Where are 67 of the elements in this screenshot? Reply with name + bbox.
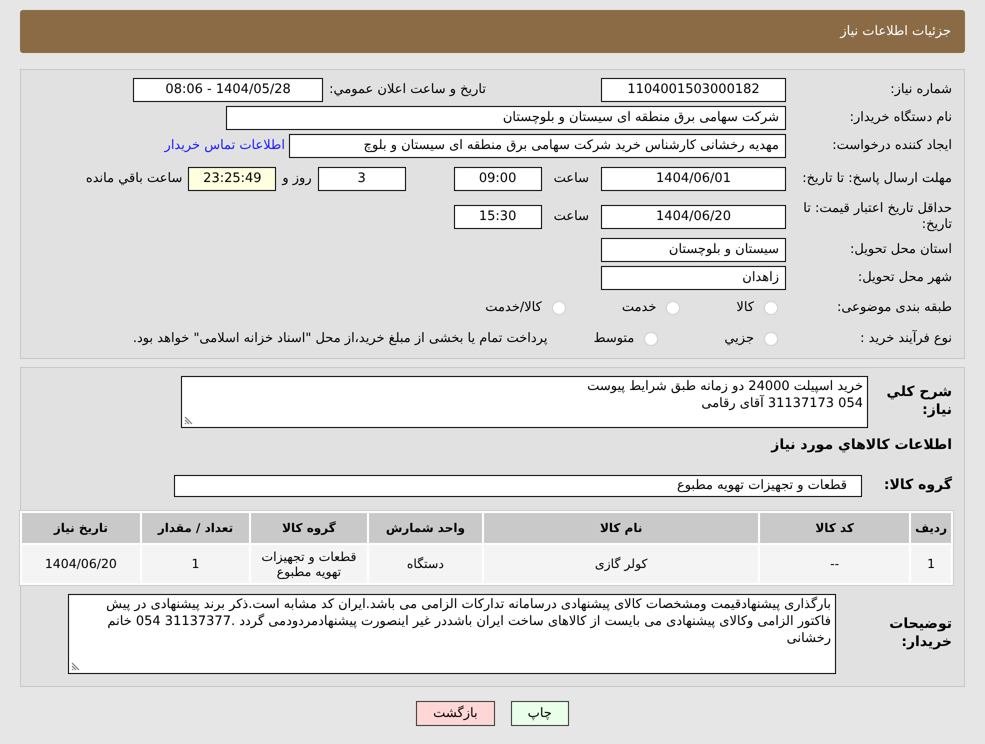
field-label: استان محل تحویل: bbox=[849, 242, 953, 258]
column-header: نام کالا bbox=[484, 512, 758, 543]
field-label: تاريخ و ساعت اعلان عمومي: bbox=[329, 81, 486, 100]
field-label: شرح كلي نياز: bbox=[886, 384, 953, 420]
field-label: نوع فرآیند خرید : bbox=[859, 330, 953, 348]
need-number-field[interactable]: 1104001503000182 bbox=[601, 78, 786, 102]
table-cell: 1404/06/20 bbox=[22, 544, 140, 583]
radio-label: متوسط bbox=[593, 330, 634, 348]
goods-group-field[interactable]: قطعات و تجهیزات تهویه مطبوع bbox=[174, 474, 862, 497]
creator-field[interactable]: مهدیه رخشانی کارشناس خرید شرکت سهامی برق منطقه ای سیستان و بلوچ bbox=[289, 134, 786, 158]
date-field[interactable]: 1404/06/01 bbox=[601, 167, 786, 191]
days-field[interactable]: 3 bbox=[318, 167, 406, 191]
column-header: کد کالا bbox=[760, 512, 910, 543]
back-button[interactable]: بازگشت bbox=[416, 700, 495, 726]
radio-label: خدمت bbox=[622, 299, 656, 318]
buyer-contact-link[interactable]: اطلاعات تماس خريدار bbox=[164, 136, 285, 156]
radio-button[interactable] bbox=[666, 301, 680, 315]
field-label: شماره نیاز: bbox=[889, 82, 953, 98]
radio-button[interactable] bbox=[552, 301, 566, 315]
notes-text: بارگذاری پیشنهادقیمت ومشخصات کالای پیشنهادی درسامانه تدارکات الزامی می باشد.ایران کد مشابه است.ذکر برند پیشنهادی در پیش فاکتور الزامی وکالای پیشنهادی می بایست از کالاهای ساخت ایران باشددر غیر اینصورت پیشنهادمردودمی گردد .31137377 054 خانم رخشانی bbox=[105, 596, 831, 648]
field-label: طبقه بندی موضوعی: bbox=[836, 300, 953, 316]
radio-button[interactable] bbox=[764, 301, 778, 315]
field-label: ایجاد کننده درخواست: bbox=[831, 138, 953, 154]
field-label: توضیحات خریدار: bbox=[888, 616, 953, 652]
table-cell: 1 bbox=[142, 544, 250, 583]
radio-button[interactable] bbox=[764, 332, 778, 346]
summary-textarea[interactable]: خرید اسپیلت 24000 دو زمانه طبق شرایط پیوست 054 31137173 آقای رقامی bbox=[181, 376, 868, 428]
radio-label: کالا bbox=[736, 299, 754, 318]
date-field[interactable]: 1404/06/20 bbox=[601, 205, 786, 229]
remaining-time-field[interactable]: 23:25:49 bbox=[188, 167, 276, 191]
field-label: شهر محل تحویل: bbox=[856, 270, 953, 286]
announce-date-field[interactable]: 1404/05/28 - 08:06 bbox=[133, 78, 324, 102]
table-cell: 1 bbox=[911, 544, 951, 583]
time-field[interactable]: 09:00 bbox=[454, 167, 542, 191]
field-label: گروه کالا: bbox=[882, 477, 953, 495]
column-header: تعداد / مقدار bbox=[142, 512, 250, 543]
table-cell: قطعات و تجهیزات تهویه مطبوع bbox=[251, 544, 367, 583]
radio-label: کالا/خدمت bbox=[485, 299, 542, 318]
field-label: نام دستگاه خريدار: bbox=[848, 110, 953, 126]
buyer-field[interactable]: شرکت سهامی برق منطقه ای سیستان و بلوچستان bbox=[226, 106, 786, 130]
table-cell: -- bbox=[760, 544, 910, 583]
field-label: روز و bbox=[282, 170, 312, 188]
field-label: حداقل تاریخ اعتبار قیمت: تا تاریخ: bbox=[802, 200, 953, 234]
column-header: گروه کالا bbox=[251, 512, 367, 543]
resize-grip-icon[interactable] bbox=[184, 416, 193, 425]
field-label: ساعت باقي مانده bbox=[86, 170, 182, 188]
table-cell: کولر گازی bbox=[484, 544, 758, 583]
radio-label: جزيي bbox=[724, 330, 754, 348]
time-field[interactable]: 15:30 bbox=[454, 205, 542, 229]
print-button[interactable]: چاپ bbox=[510, 700, 569, 726]
field-label: ساعت bbox=[554, 170, 589, 188]
buyer-notes-textarea[interactable] bbox=[68, 594, 836, 674]
field-label: مهلت ارسال پاسخ: تا تاریخ: bbox=[801, 170, 953, 188]
page-title: جزئیات اطلاعات نیاز bbox=[840, 22, 951, 41]
resize-grip-icon[interactable] bbox=[71, 662, 80, 671]
summary-line: خرید اسپیلت 24000 دو زمانه طبق شرایط پیوست bbox=[586, 379, 863, 394]
field-label: ساعت bbox=[554, 208, 589, 226]
column-header: تاریخ نیاز bbox=[22, 512, 140, 543]
province-field[interactable]: سیستان و بلوچستان bbox=[601, 238, 786, 262]
radio-button[interactable] bbox=[644, 332, 658, 346]
summary-line: 054 31137173 آقای رقامی bbox=[700, 396, 863, 413]
table-cell: دستگاه bbox=[368, 544, 482, 583]
column-header: ردیف bbox=[911, 512, 951, 543]
note-text: پرداخت تمام یا بخشی از مبلغ خرید،از محل "اسناد خزانه اسلامی" خواهد بود. bbox=[132, 330, 548, 348]
column-header: واحد شمارش bbox=[368, 512, 482, 543]
section-heading: اطلاعات كالاهاي مورد نياز bbox=[770, 437, 953, 455]
city-field[interactable]: زاهدان bbox=[601, 266, 786, 290]
